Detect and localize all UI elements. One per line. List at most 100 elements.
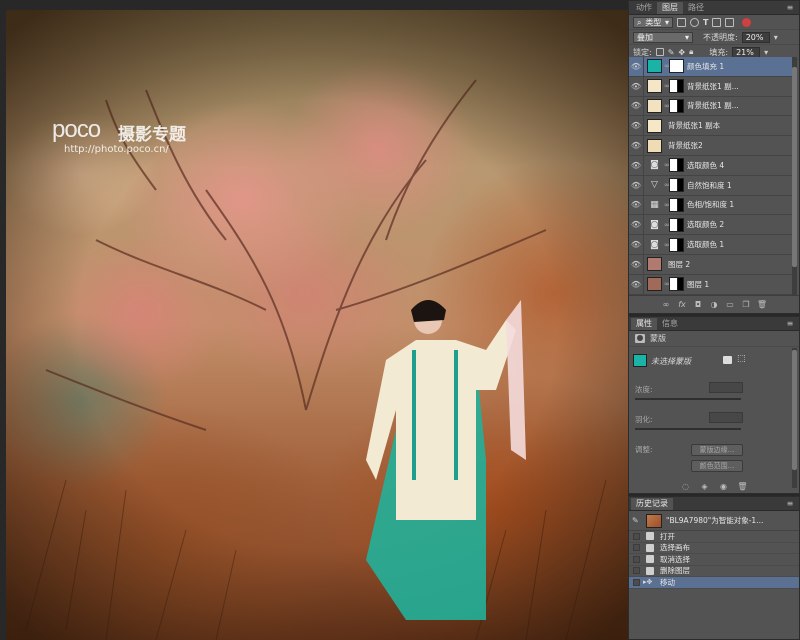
layer-mask-thumbnail[interactable] <box>669 237 684 252</box>
new-layer-icon[interactable]: ❐ <box>741 300 752 310</box>
lock-image-icon[interactable]: ✎ <box>668 48 675 57</box>
density-field[interactable] <box>709 382 743 393</box>
eye-icon[interactable]: 👁︎ <box>629 141 643 150</box>
eye-icon[interactable]: 👁︎ <box>629 101 643 110</box>
panel-menu-icon[interactable]: ≡ <box>785 3 795 12</box>
filter-shape-icon[interactable] <box>712 17 722 27</box>
history-state-icon: ▸✥ <box>643 578 653 587</box>
checkbox-icon <box>632 578 640 586</box>
history-source-toggle[interactable] <box>629 577 643 588</box>
history-item[interactable]: 打开 <box>629 531 799 543</box>
eye-icon[interactable]: 👁︎ <box>629 82 643 91</box>
tab-properties[interactable]: 属性 <box>631 318 657 330</box>
opacity-field[interactable]: 20% <box>741 31 770 43</box>
properties-scrollbar[interactable] <box>792 348 797 488</box>
link-layers-icon[interactable]: ∞ <box>661 300 672 310</box>
add-mask-icon[interactable]: ◘ <box>693 300 704 310</box>
document-canvas[interactable]: poco 摄影专题 http://photo.poco.cn/ <box>6 10 628 640</box>
layer-style-icon[interactable]: fx <box>677 300 688 310</box>
eye-icon[interactable]: 👁︎ <box>629 220 643 229</box>
new-group-icon[interactable]: ▭ <box>725 300 736 310</box>
filter-adjustment-icon[interactable] <box>690 17 699 27</box>
layer-row[interactable]: 👁︎ ∞ 背景纸张1 副... <box>629 96 793 117</box>
properties-scroll-thumb[interactable] <box>792 350 797 470</box>
mask-edge-button[interactable]: 蒙版边缘... <box>691 444 743 456</box>
layer-row[interactable]: 👁︎ ▦ ∞ 色相/饱和度 1 <box>629 195 793 216</box>
eye-icon[interactable]: 👁︎ <box>629 200 643 209</box>
layers-panel: 动作 图层 路径 ≡ ⌕ 类型 ▾ T 叠加 ▾ 不透明度: 20% ▾ 锁定:… <box>628 0 800 314</box>
history-item[interactable]: ▸✥ 移动 <box>629 577 799 589</box>
layer-row[interactable]: 👁︎ ◙ ∞ 选取颜色 2 <box>629 215 793 236</box>
layer-row[interactable]: 👁︎ ∞ 背景纸张1 副... <box>629 76 793 97</box>
layer-mask-thumbnail[interactable] <box>669 277 684 292</box>
history-source-toggle[interactable] <box>629 543 643 554</box>
history-snapshot[interactable]: ✎ "BL9A7980"为智能对象-1... <box>629 511 799 531</box>
delete-mask-icon[interactable]: 🗑︎ <box>737 482 748 492</box>
layer-filter-select[interactable]: ⌕ 类型 ▾ <box>633 16 673 28</box>
history-item[interactable]: 选择画布 <box>629 543 799 554</box>
panel-menu-icon[interactable]: ≡ <box>785 319 795 328</box>
panel-menu-icon[interactable]: ≡ <box>785 499 795 508</box>
adjustment-layer-icon[interactable]: ◑ <box>709 300 720 310</box>
history-source-toggle[interactable] <box>629 554 643 565</box>
layer-row[interactable]: 👁︎ 背景纸张2 <box>629 136 793 156</box>
history-source-toggle[interactable] <box>629 566 643 577</box>
filter-smart-object-icon[interactable] <box>725 17 735 27</box>
feather-field[interactable] <box>709 412 743 423</box>
visibility-icon[interactable]: ◉ <box>718 482 729 492</box>
layer-row[interactable]: 👁︎ ∞ 颜色填充 1 <box>629 57 793 77</box>
layer-mask-thumbnail[interactable] <box>669 98 684 113</box>
layer-row[interactable]: 👁︎ 背景纸张1 副本 <box>629 116 793 137</box>
tab-history[interactable]: 历史记录 <box>631 498 673 510</box>
history-item[interactable]: 取消选择 <box>629 554 799 566</box>
eye-icon[interactable]: 👁︎ <box>629 161 643 170</box>
fill-color-swatch[interactable] <box>633 354 647 367</box>
feather-slider[interactable] <box>635 428 741 430</box>
chevron-down-icon[interactable]: ▾ <box>764 48 768 57</box>
apply-mask-icon[interactable]: ◈ <box>699 482 710 492</box>
pixel-mask-icon[interactable] <box>723 356 732 364</box>
layers-scroll-thumb[interactable] <box>792 67 797 267</box>
color-range-button[interactable]: 颜色范围... <box>691 460 743 472</box>
layer-row[interactable]: 👁︎ ▽ ∞ 自然饱和度 1 <box>629 175 793 196</box>
layer-mask-thumbnail[interactable] <box>669 79 684 94</box>
lock-position-icon[interactable]: ✥ <box>678 48 685 57</box>
eye-icon[interactable]: 👁︎ <box>629 121 643 130</box>
layer-row[interactable]: 👁︎ ◙ ∞ 选取颜色 4 <box>629 155 793 176</box>
vector-mask-icon[interactable]: ⬚ <box>737 354 746 364</box>
eye-icon[interactable]: 👁︎ <box>629 181 643 190</box>
layer-row[interactable]: 👁︎ 图层 2 <box>629 254 793 275</box>
tab-info[interactable]: 信息 <box>657 318 683 330</box>
tab-paths[interactable]: 路径 <box>683 2 709 14</box>
chevron-down-icon[interactable]: ▾ <box>774 33 778 42</box>
layers-scrollbar[interactable] <box>792 57 797 295</box>
eye-icon[interactable]: 👁︎ <box>629 260 643 269</box>
layer-filter-value: 类型 <box>645 17 662 27</box>
blend-mode-select[interactable]: 叠加 ▾ <box>633 31 693 43</box>
eye-icon[interactable]: 👁︎ <box>629 240 643 249</box>
layer-mask-thumbnail[interactable] <box>669 217 684 232</box>
history-item[interactable]: 删除图层 <box>629 566 799 577</box>
history-source-toggle[interactable] <box>629 531 643 542</box>
layer-mask-thumbnail[interactable] <box>669 178 684 193</box>
eye-icon[interactable]: 👁︎ <box>629 62 643 71</box>
density-slider[interactable] <box>635 398 741 400</box>
load-selection-icon[interactable]: ◌ <box>680 482 691 492</box>
layer-mask-thumbnail[interactable] <box>669 59 684 74</box>
filter-type-icon[interactable]: T <box>703 18 708 27</box>
eye-icon[interactable]: 👁︎ <box>629 280 643 289</box>
delete-layer-icon[interactable]: 🗑︎ <box>757 300 768 310</box>
filter-pixel-icon[interactable] <box>677 17 686 27</box>
layer-divider <box>643 195 644 215</box>
history-brush-icon[interactable]: ✎ <box>632 516 642 525</box>
layer-row[interactable]: 👁︎ ∞ 图层 1 <box>629 274 793 295</box>
layer-row[interactable]: 👁︎ ◙ ∞ 选取颜色 1 <box>629 235 793 255</box>
layer-mask-thumbnail[interactable] <box>669 197 684 212</box>
fill-field[interactable]: 21% <box>732 46 761 58</box>
tab-layers[interactable]: 图层 <box>657 2 683 14</box>
lock-all-icon[interactable]: 🔒︎ <box>689 47 693 57</box>
tab-actions[interactable]: 动作 <box>631 2 657 14</box>
filter-toggle-icon[interactable] <box>742 17 752 27</box>
lock-transparent-icon[interactable] <box>655 48 664 56</box>
layer-mask-thumbnail[interactable] <box>669 158 684 173</box>
